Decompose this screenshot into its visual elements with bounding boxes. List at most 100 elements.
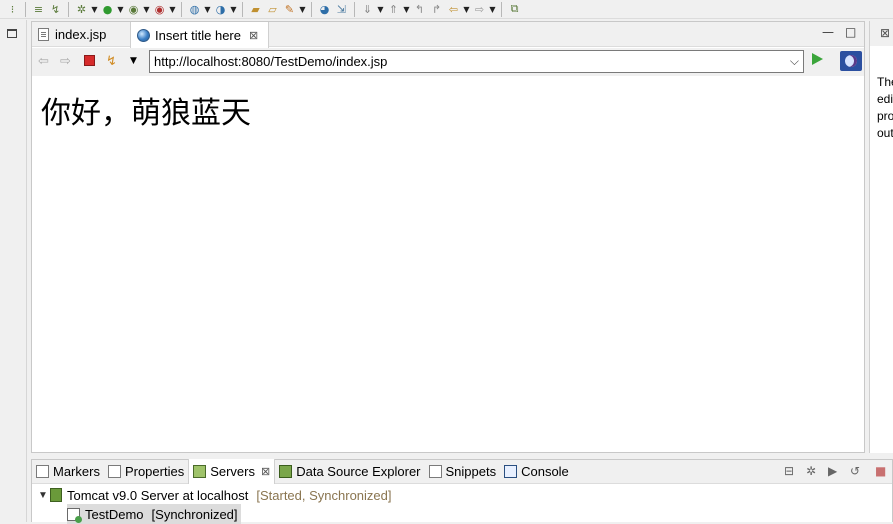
refresh-icon[interactable]: ↯: [106, 54, 117, 69]
tab-insert-title-here[interactable]: Insert title here ⊠: [130, 22, 269, 48]
tab-label: Servers: [210, 464, 255, 479]
back-dropdown-icon[interactable]: ▼: [462, 1, 471, 17]
console-icon: [504, 465, 518, 478]
tab-snippets[interactable]: Snippets: [425, 460, 501, 484]
jsp-file-icon: [38, 28, 49, 41]
tab-data-source-explorer[interactable]: Data Source Explorer: [275, 460, 424, 484]
bottom-tab-bar: Markers Properties Servers ⊠ Data Source…: [32, 459, 892, 484]
debug-dropdown-icon[interactable]: ▼: [90, 1, 99, 17]
outline-panel-header: ⊠: [870, 21, 893, 46]
coverage-dropdown-icon[interactable]: ▼: [142, 1, 151, 17]
tab-markers[interactable]: Markers: [32, 460, 104, 484]
web-browser-icon[interactable]: ⇲: [333, 1, 350, 17]
next-annotation-icon[interactable]: ⇓: [359, 1, 376, 17]
tab-properties[interactable]: Properties: [104, 460, 188, 484]
outline-line: The: [877, 75, 893, 89]
bottom-panel: Markers Properties Servers ⊠ Data Source…: [31, 459, 893, 524]
prev-annotation-icon[interactable]: ⇑: [385, 1, 402, 17]
tab-servers[interactable]: Servers ⊠: [188, 459, 276, 484]
snippets-icon: [428, 465, 442, 478]
tab-label: index.jsp: [55, 27, 107, 42]
forward-dropdown-icon[interactable]: ▼: [488, 1, 497, 17]
server-row[interactable]: ▼ Tomcat v9.0 Server at localhost [Start…: [38, 485, 392, 505]
external-tools-icon[interactable]: ◉: [151, 1, 168, 17]
toolbar-separator: [68, 1, 69, 17]
debug-icon[interactable]: ✲: [73, 1, 90, 17]
web-module-icon: [67, 507, 82, 523]
quick-access-icon[interactable]: ⁝: [4, 1, 21, 17]
eclipse-icon[interactable]: [840, 51, 862, 71]
back-icon[interactable]: ⇦: [38, 54, 49, 69]
data-source-icon: [279, 465, 293, 478]
server-name: Tomcat v9.0 Server at localhost: [67, 487, 249, 503]
maximize-icon[interactable]: □: [845, 25, 856, 39]
outline-line: pro: [877, 109, 893, 123]
url-text: http://localhost:8080/TestDemo/index.jsp: [154, 54, 388, 69]
minimize-icon[interactable]: —: [822, 25, 834, 39]
browser-address-bar: ⇦ ⇨ ↯ ▼ http://localhost:8080/TestDemo/i…: [32, 48, 864, 76]
toolbar-separator: [311, 1, 312, 17]
pin-editor-icon[interactable]: ⧉: [506, 1, 523, 17]
new-server-dropdown-icon[interactable]: ▼: [203, 1, 212, 17]
last-edit-icon[interactable]: ↰: [411, 1, 428, 17]
tab-label: Markers: [53, 464, 100, 479]
outline-line: edi: [877, 92, 893, 106]
stop-server-icon[interactable]: ■: [875, 464, 886, 478]
new-server-icon[interactable]: ◍: [186, 1, 203, 17]
new-web-dropdown-icon[interactable]: ▼: [229, 1, 238, 17]
next-edit-icon[interactable]: ↯: [47, 1, 64, 17]
open-folder-icon[interactable]: ▱: [264, 1, 281, 17]
toolbar-separator: [181, 1, 182, 17]
close-icon[interactable]: ⊠: [880, 26, 890, 40]
close-icon[interactable]: ⊠: [261, 465, 270, 478]
tab-label: Insert title here: [155, 27, 241, 43]
refresh-dropdown-icon[interactable]: ▼: [130, 56, 137, 66]
external-dropdown-icon[interactable]: ▼: [168, 1, 177, 17]
new-web-icon[interactable]: ◑: [212, 1, 229, 17]
globe-icon[interactable]: ◕: [316, 1, 333, 17]
browser-content: 你好，萌狼蓝天: [32, 77, 864, 452]
go-icon[interactable]: [812, 53, 823, 65]
properties-icon: [107, 465, 121, 478]
stop-icon[interactable]: [84, 55, 95, 66]
forward-icon[interactable]: ⇨: [471, 1, 488, 17]
search-icon[interactable]: ✎: [281, 1, 298, 17]
profile-server-icon[interactable]: ↺: [850, 464, 860, 478]
run-coverage-icon[interactable]: ◉: [125, 1, 142, 17]
module-name: TestDemo: [85, 506, 144, 522]
task-list-icon[interactable]: ≡: [30, 1, 47, 17]
outline-message: The edi pro out: [877, 74, 893, 142]
url-input[interactable]: http://localhost:8080/TestDemo/index.jsp…: [149, 50, 804, 73]
toolbar-separator: [354, 1, 355, 17]
servers-icon: [193, 465, 207, 478]
prev-annotation-dropdown-icon[interactable]: ▼: [402, 1, 411, 17]
forward-icon[interactable]: ⇨: [60, 54, 71, 69]
collapse-all-icon[interactable]: ⊟: [784, 464, 794, 478]
debug-server-icon[interactable]: ✲: [806, 464, 816, 478]
start-server-icon[interactable]: ▶: [828, 464, 837, 478]
next-annotation-dropdown-icon[interactable]: ▼: [376, 1, 385, 17]
chevron-down-icon[interactable]: ⌵: [790, 51, 799, 72]
module-row[interactable]: TestDemo [Synchronized]: [67, 504, 241, 524]
module-status: [Synchronized]: [151, 506, 238, 522]
open-type-icon[interactable]: ▰: [247, 1, 264, 17]
search-dropdown-icon[interactable]: ▼: [298, 1, 307, 17]
close-icon[interactable]: ⊠: [249, 29, 258, 42]
back-icon[interactable]: ⇦: [445, 1, 462, 17]
restore-icon[interactable]: [7, 29, 17, 38]
tab-label: Console: [521, 464, 569, 479]
run-icon[interactable]: ●: [99, 1, 116, 17]
tab-label: Data Source Explorer: [296, 464, 421, 479]
chevron-down-icon[interactable]: ▼: [38, 490, 50, 501]
tab-console[interactable]: Console: [500, 460, 573, 484]
run-dropdown-icon[interactable]: ▼: [116, 1, 125, 17]
tab-label: Snippets: [445, 464, 497, 479]
markers-icon: [36, 465, 49, 478]
editor-tab-bar: index.jsp Insert title here ⊠ — □: [32, 22, 864, 48]
outline-panel: ⊠ The edi pro out: [869, 21, 893, 453]
redo-edit-icon[interactable]: ↱: [428, 1, 445, 17]
editor-area: index.jsp Insert title here ⊠ — □ ⇦ ⇨ ↯ …: [31, 21, 865, 453]
toolbar-separator: [25, 1, 26, 17]
tab-index-jsp[interactable]: index.jsp: [32, 22, 130, 47]
main-toolbar: ⁝ ≡ ↯ ✲ ▼ ● ▼ ◉ ▼ ◉ ▼ ◍ ▼ ◑ ▼ ▰ ▱ ✎ ▼ ◕ …: [0, 0, 893, 19]
